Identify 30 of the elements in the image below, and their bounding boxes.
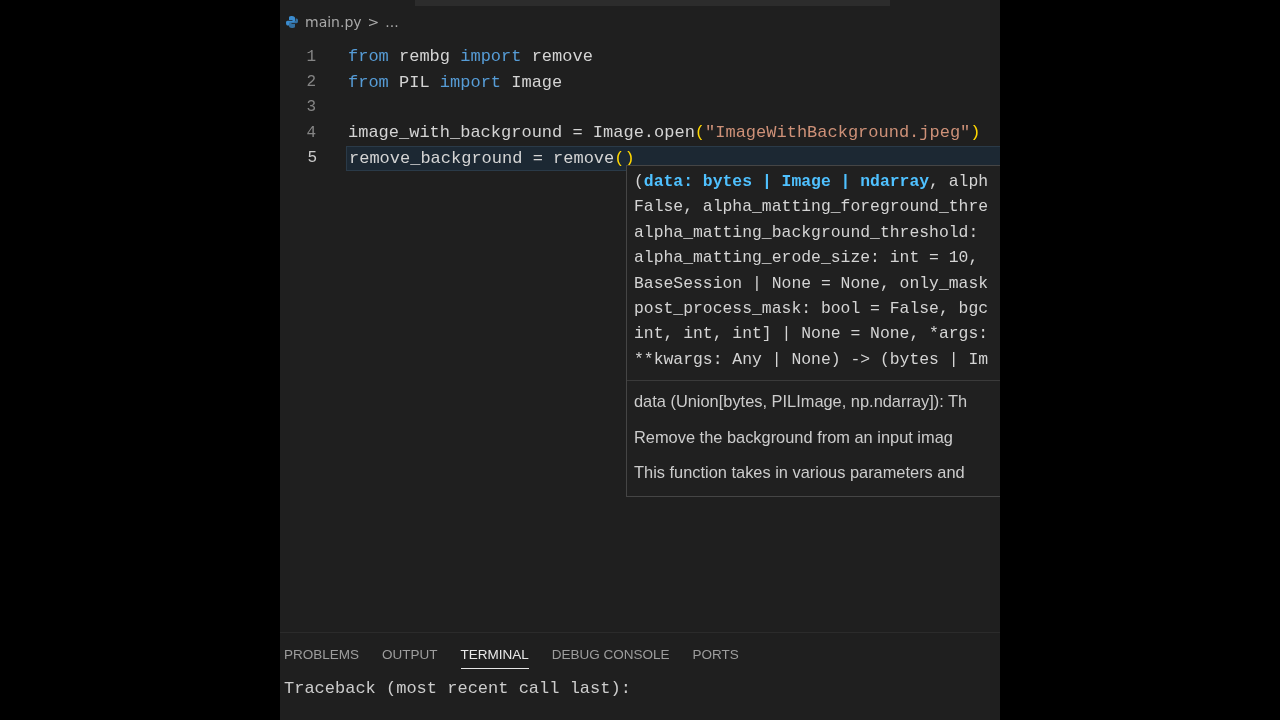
panel-tab[interactable]: OUTPUT	[382, 645, 438, 669]
line-number: 4	[305, 123, 317, 142]
panel-tab[interactable]: PROBLEMS	[284, 645, 360, 669]
signature-line: False, alpha_matting_foreground_thre	[634, 196, 990, 219]
signature-line: **kwargs: Any | None) -> (bytes | Im	[634, 348, 990, 371]
code-line: from PIL import Image	[348, 72, 563, 92]
signature-line: alpha_matting_background_threshold:	[634, 221, 980, 244]
code-line: remove_background = remove()	[349, 148, 635, 168]
doc-text: data (Union[bytes, PILImage, np.ndarray]): Th	[634, 391, 969, 413]
line-number: 5	[306, 149, 318, 168]
signature-line: int, int, int] | None = None, *args:	[634, 323, 990, 346]
breadcrumb-separator: >	[367, 14, 380, 30]
doc-text: Remove the background from an input imag	[634, 426, 954, 448]
line-number: 2	[305, 73, 317, 92]
code-line: from rembg import remove	[348, 47, 593, 67]
line-number: 3	[305, 98, 317, 117]
panel-tab[interactable]: PORTS	[692, 645, 739, 669]
signature-line: post_process_mask: bool = False, bgc	[634, 297, 990, 320]
breadcrumb-item[interactable]: ...	[385, 14, 399, 30]
code-line: image_with_background = Image.open("ImageWithBackground.jpeg")	[348, 123, 981, 143]
terminal-line: Traceback (most recent call last):	[284, 679, 632, 698]
python-file-icon	[285, 15, 299, 29]
panel-tab[interactable]: TERMINAL	[460, 645, 529, 669]
line-number: 1	[305, 47, 317, 66]
signature-line: alpha_matting_erode_size: int = 10,	[634, 247, 980, 270]
signature-line: (data: bytes | Image | ndarray, alph	[634, 171, 990, 193]
breadcrumb-item[interactable]: main.py	[305, 14, 362, 30]
signature-line: BaseSession | None = None, only_mask	[634, 272, 990, 295]
doc-text: This function takes in various parameters and	[634, 462, 966, 484]
panel-tab[interactable]: DEBUG CONSOLE	[551, 645, 670, 669]
